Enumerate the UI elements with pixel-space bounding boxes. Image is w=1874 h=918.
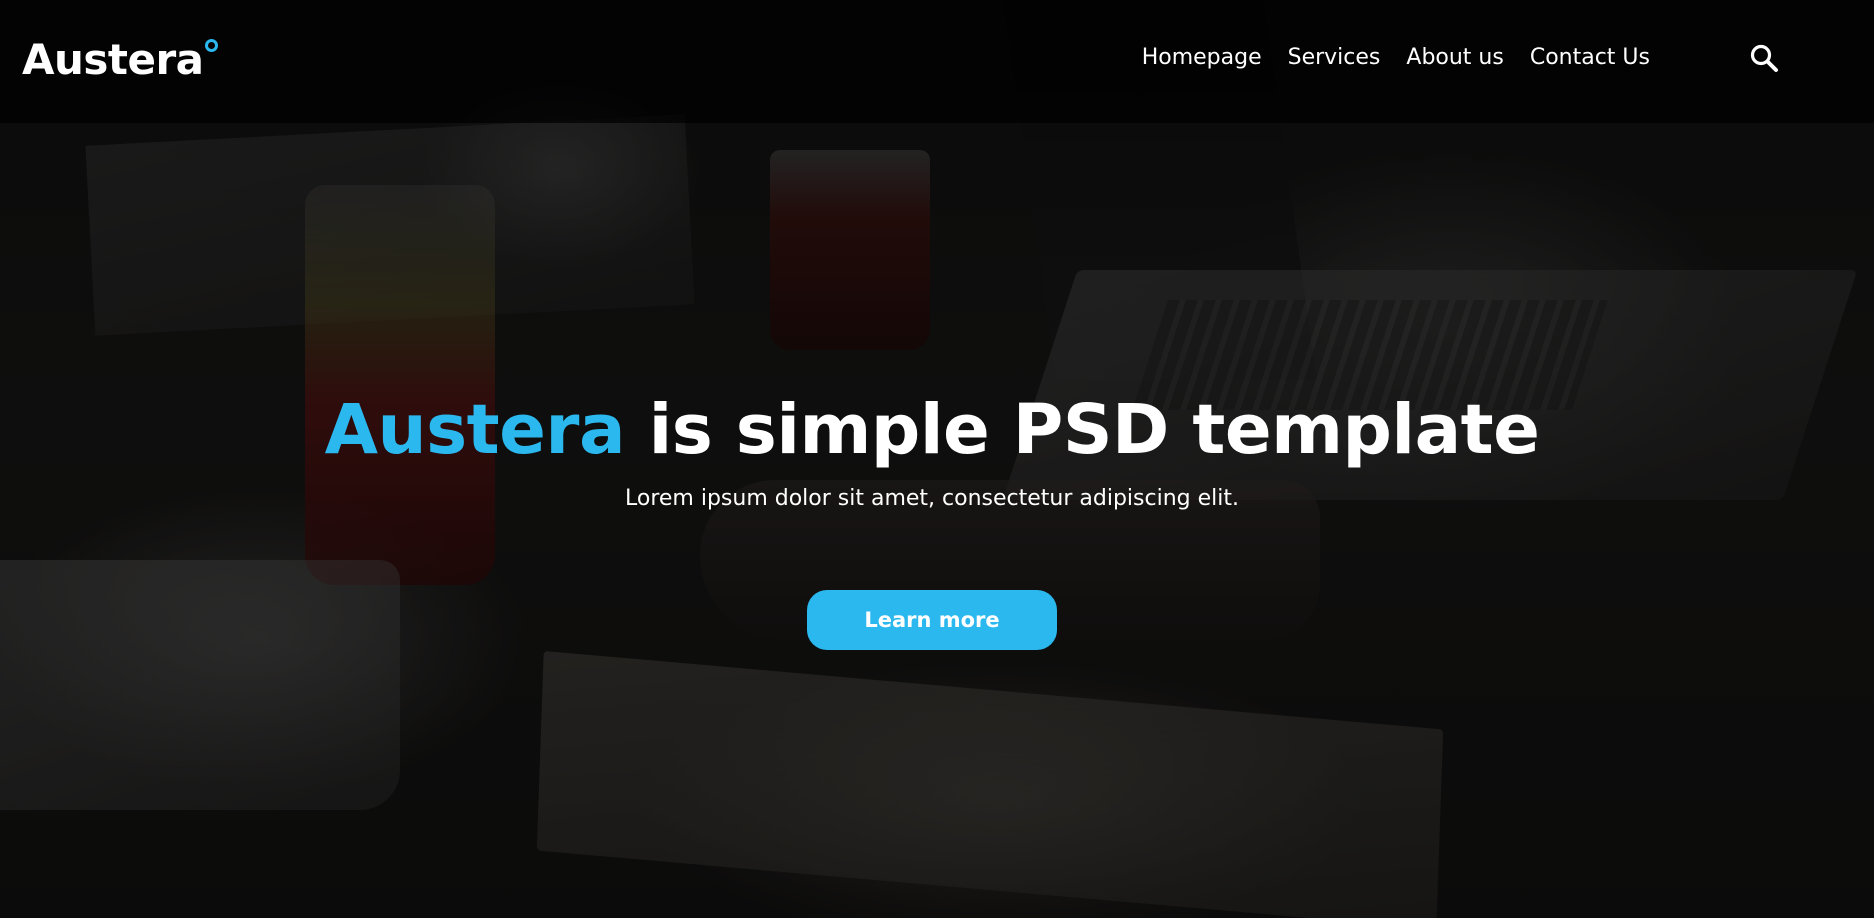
nav-menu: Homepage Services About us Contact Us: [1142, 41, 1650, 75]
logo[interactable]: Austera: [22, 34, 218, 86]
nav-link-homepage[interactable]: Homepage: [1142, 41, 1262, 75]
search-button[interactable]: [1749, 43, 1781, 75]
logo-ring-icon: [204, 39, 218, 52]
nav-link-about-us[interactable]: About us: [1406, 41, 1503, 75]
logo-text: Austera: [22, 35, 204, 84]
nav-link-services[interactable]: Services: [1288, 41, 1381, 75]
headline-rest: is simple PSD template: [648, 390, 1540, 470]
hero-content: Austera is simple PSD template Lorem ips…: [0, 388, 1864, 516]
nav-link-contact-us[interactable]: Contact Us: [1530, 41, 1650, 75]
learn-more-button[interactable]: Learn more: [807, 590, 1057, 650]
hero-headline: Austera is simple PSD template: [0, 388, 1864, 472]
hero-subtitle: Lorem ipsum dolor sit amet, consectetur …: [625, 486, 1239, 511]
navbar: Austera Homepage Services About us Conta…: [0, 0, 1874, 123]
search-icon: [1750, 44, 1778, 72]
hero-section: Austera Homepage Services About us Conta…: [0, 0, 1874, 918]
headline-accent: Austera: [324, 390, 626, 470]
